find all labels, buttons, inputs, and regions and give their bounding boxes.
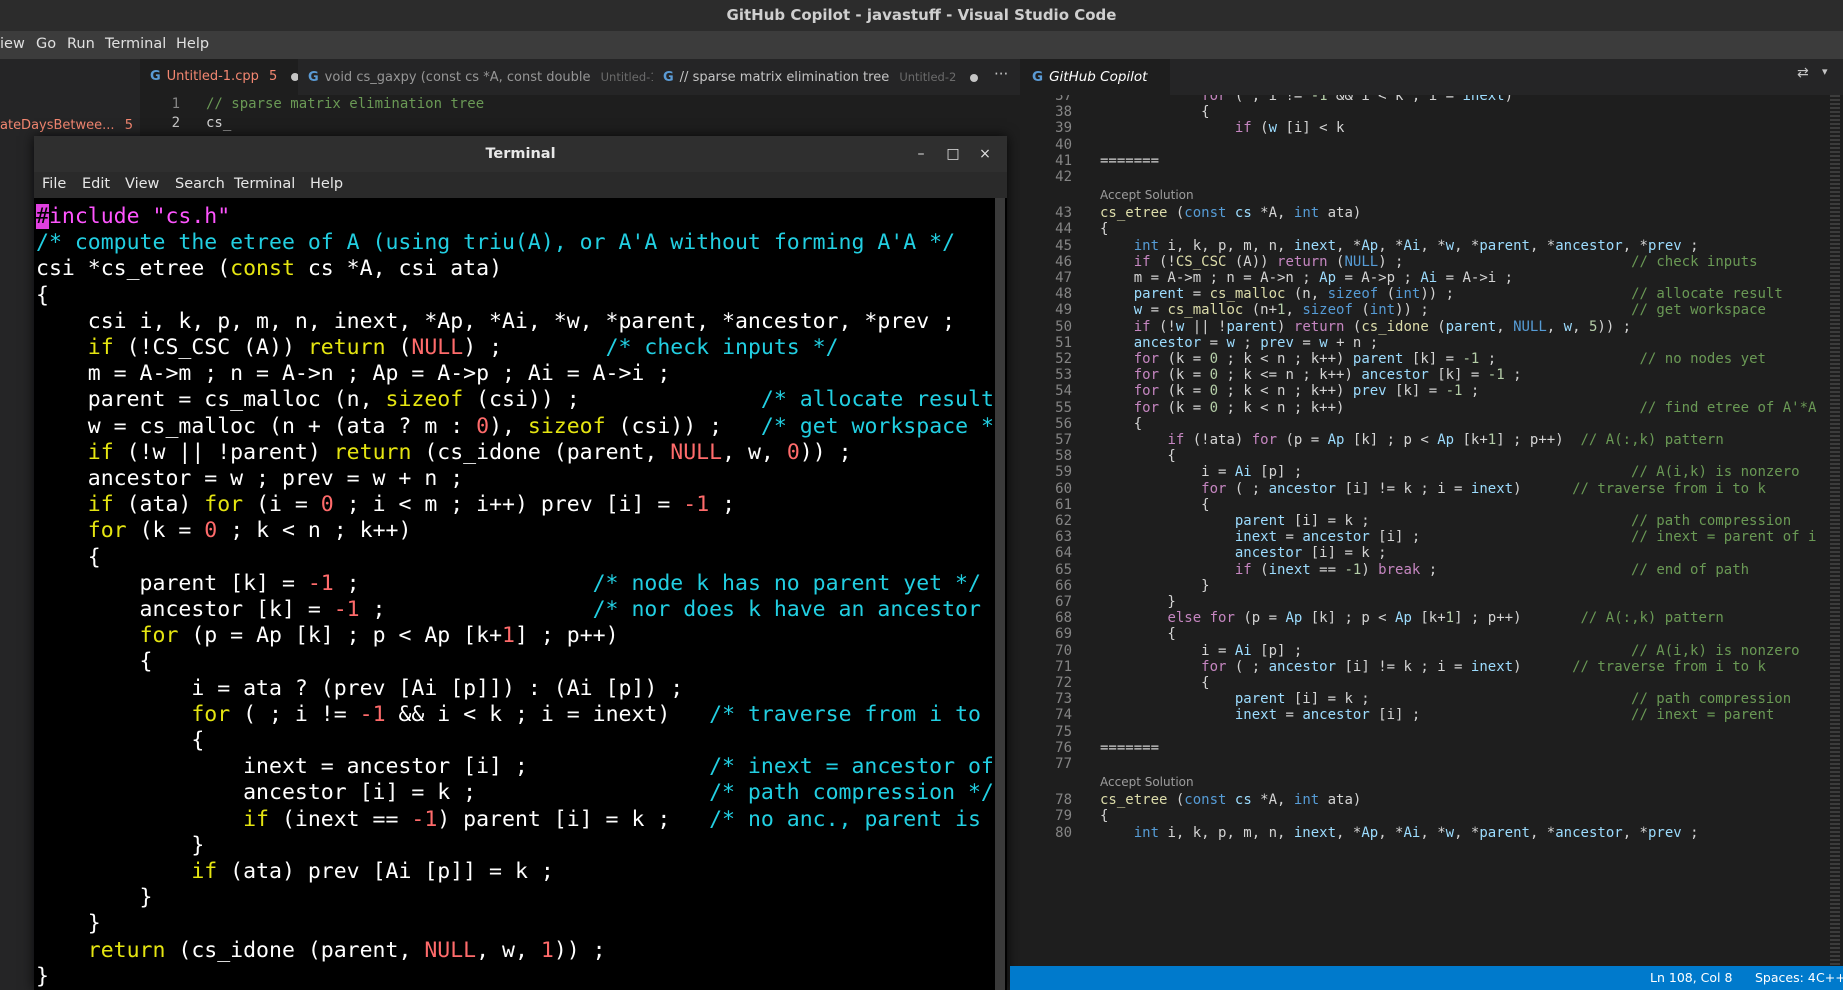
terminal-line: if (ata) for (i = 0 ; i < m ; i++) prev … [87, 492, 736, 518]
terminal-line: if (ata) prev [Ai [p]] = k ; [191, 859, 554, 884]
tab-untitled-1-cpp[interactable]: G Untitled-1.cpp 5 [140, 59, 298, 95]
copilot-file-icon: G [308, 70, 319, 85]
terminal-line: m = A->m ; n = A->n ; Ap = A->p ; Ai = A… [36, 361, 671, 387]
status-bar: Ln 108, Col 8 Spaces: 4 C++ [1010, 966, 1843, 990]
accept-solution-link[interactable]: Accept Solution [1100, 775, 1194, 789]
menu-help[interactable]: Help [176, 36, 209, 52]
terminal-menu-bar: File Edit View Search Terminal Help [34, 172, 1007, 198]
tab-description: Untitled-2 [899, 70, 957, 84]
minimize-button[interactable]: – [908, 136, 934, 172]
terminal-line: { [36, 544, 101, 570]
explorer-item[interactable]: ateDaysBetwee... 5 [0, 115, 140, 137]
accept-solution-link[interactable]: Accept Solution [1100, 188, 1194, 202]
explorer-item-label: ateDaysBetwee... [0, 118, 115, 133]
terminal-line: inext = ancestor [i] ; /* inext = ancest… [36, 754, 993, 780]
terminal-line: for ( ; i != -1 && i < k ; i = inext) /*… [191, 701, 981, 727]
code-line: 77 [1055, 756, 1072, 772]
code-editor[interactable]: 1 // sparse matrix elimination tree 2 cs… [140, 95, 1020, 137]
terminal-line: { [36, 282, 49, 308]
terminal-line: parent [k] = -1 ; /* node k has no paren… [36, 570, 981, 596]
terminal-line: } [36, 963, 49, 989]
terminal-menu-help[interactable]: Help [310, 176, 343, 192]
tab-label: GitHub Copilot [1049, 69, 1148, 85]
unsaved-dot-icon[interactable] [970, 73, 979, 82]
unsaved-dot-icon[interactable] [291, 72, 298, 81]
tab-github-copilot[interactable]: GGitHub Copilot ✕ [1020, 59, 1170, 121]
more-actions-icon[interactable]: ··· [994, 65, 1008, 83]
terminal-line: if (inext == -1) parent [i] = k ; /* no … [243, 806, 981, 832]
terminal-line: #include "cs.h" [36, 204, 231, 229]
tab-label: // sparse matrix elimination tree [679, 70, 890, 85]
terminal-menu-file[interactable]: File [42, 176, 66, 192]
terminal-scrollbar[interactable] [995, 198, 1005, 990]
code-line: 80 int i, k, p, m, n, inext, *Ap, *Ai, *… [1055, 824, 1699, 841]
terminal-line: { [36, 728, 205, 753]
chevron-down-icon[interactable]: ▾ [1822, 65, 1828, 78]
split-editor-icon[interactable]: ⇄ [1797, 65, 1809, 81]
terminal-menu-view[interactable]: View [125, 176, 159, 192]
terminal-line: csi i, k, p, m, n, inext, *Ap, *Ai, *w, … [36, 308, 956, 334]
terminal-line: return (cs_idone (parent, NULL, w, 1)) ; [87, 937, 606, 963]
terminal-line: for (p = Ap [k] ; p < Ap [k+1] ; p++) [139, 623, 619, 649]
copilot-file-icon: G [663, 70, 674, 85]
terminal-line: for (k = 0 ; k < n ; k++) [87, 518, 412, 544]
terminal-line: parent = cs_malloc (n, sizeof (csi)) ; /… [36, 387, 993, 413]
terminal-line: ancestor [k] = -1 ; /* nor does k have a… [36, 597, 993, 622]
terminal-line: } [36, 911, 101, 937]
terminal-menu-edit[interactable]: Edit [82, 176, 110, 192]
editor-line: 1 // sparse matrix elimination tree [171, 96, 485, 112]
tab-untitled-2[interactable]: G // sparse matrix elimination tree Untit… [653, 59, 983, 95]
language-mode[interactable]: C++ [1816, 970, 1843, 985]
terminal-line: ancestor = w ; prev = w + n ; [36, 466, 464, 491]
tab-label: Untitled-1.cpp [166, 69, 259, 84]
terminal-line: ancestor [i] = k ; /* path compression *… [36, 780, 993, 806]
terminal-line: if (!CS_CSC (A)) return (NULL) ; /* chec… [87, 335, 839, 360]
text-cursor: # [36, 204, 49, 229]
copilot-file-icon: G [150, 69, 161, 84]
terminal-line: } [36, 832, 205, 858]
indentation[interactable]: Spaces: 4 [1755, 970, 1816, 985]
terminal-menu-search[interactable]: Search [175, 176, 225, 192]
terminal-line: } [36, 885, 153, 911]
tab-label: void cs_gaxpy (const cs *A, const double [324, 70, 591, 85]
terminal-line: w = cs_malloc (n + (ata ? m : 0), sizeof… [36, 413, 993, 439]
tab-description: Untitled-1 [600, 70, 653, 84]
cursor-position[interactable]: Ln 108, Col 8 [1650, 970, 1732, 985]
menu-bar: iew Go Run Terminal Help [0, 31, 1843, 59]
explorer-item-badge: 5 [124, 118, 133, 133]
code-line: 42 [1055, 169, 1072, 185]
tab-untitled-1[interactable]: Gvoid cs_gaxpy (const cs *A, const doubl… [298, 59, 653, 95]
window-title: GitHub Copilot - javastuff - Visual Stud… [0, 0, 1843, 31]
close-button[interactable]: × [972, 136, 998, 172]
menu-go[interactable]: Go [36, 36, 56, 52]
terminal-line: i = ata ? (prev [Ai [p]]) : (Ai [p]) ; [36, 675, 684, 701]
tab-badge: 5 [268, 69, 278, 84]
terminal-line: { [36, 649, 153, 675]
editor-line: 2 cs_ [171, 115, 232, 131]
terminal-window: Terminal – □ × File Edit View Search Ter… [34, 136, 1007, 990]
terminal-output[interactable]: #include "cs.h"/* compute the etree of A… [34, 198, 993, 990]
terminal-menu-terminal[interactable]: Terminal [234, 176, 295, 192]
terminal-line: csi *cs_etree (const cs *A, csi ata) [36, 256, 503, 282]
terminal-line: if (!w || !parent) return (cs_idone (par… [87, 439, 852, 465]
terminal-title: Terminal [34, 136, 1007, 172]
maximize-button[interactable]: □ [940, 136, 966, 172]
copilot-solutions-panel[interactable]: 37 for ( ; i != -1 && i < k ; i = inext)… [1020, 95, 1822, 966]
menu-view[interactable]: iew [0, 36, 25, 52]
menu-terminal[interactable]: Terminal [105, 36, 166, 52]
minimap[interactable] [1822, 95, 1843, 966]
copilot-file-icon: G [1032, 69, 1044, 85]
terminal-line: /* compute the etree of A (using triu(A)… [36, 230, 956, 256]
menu-run[interactable]: Run [67, 36, 95, 52]
